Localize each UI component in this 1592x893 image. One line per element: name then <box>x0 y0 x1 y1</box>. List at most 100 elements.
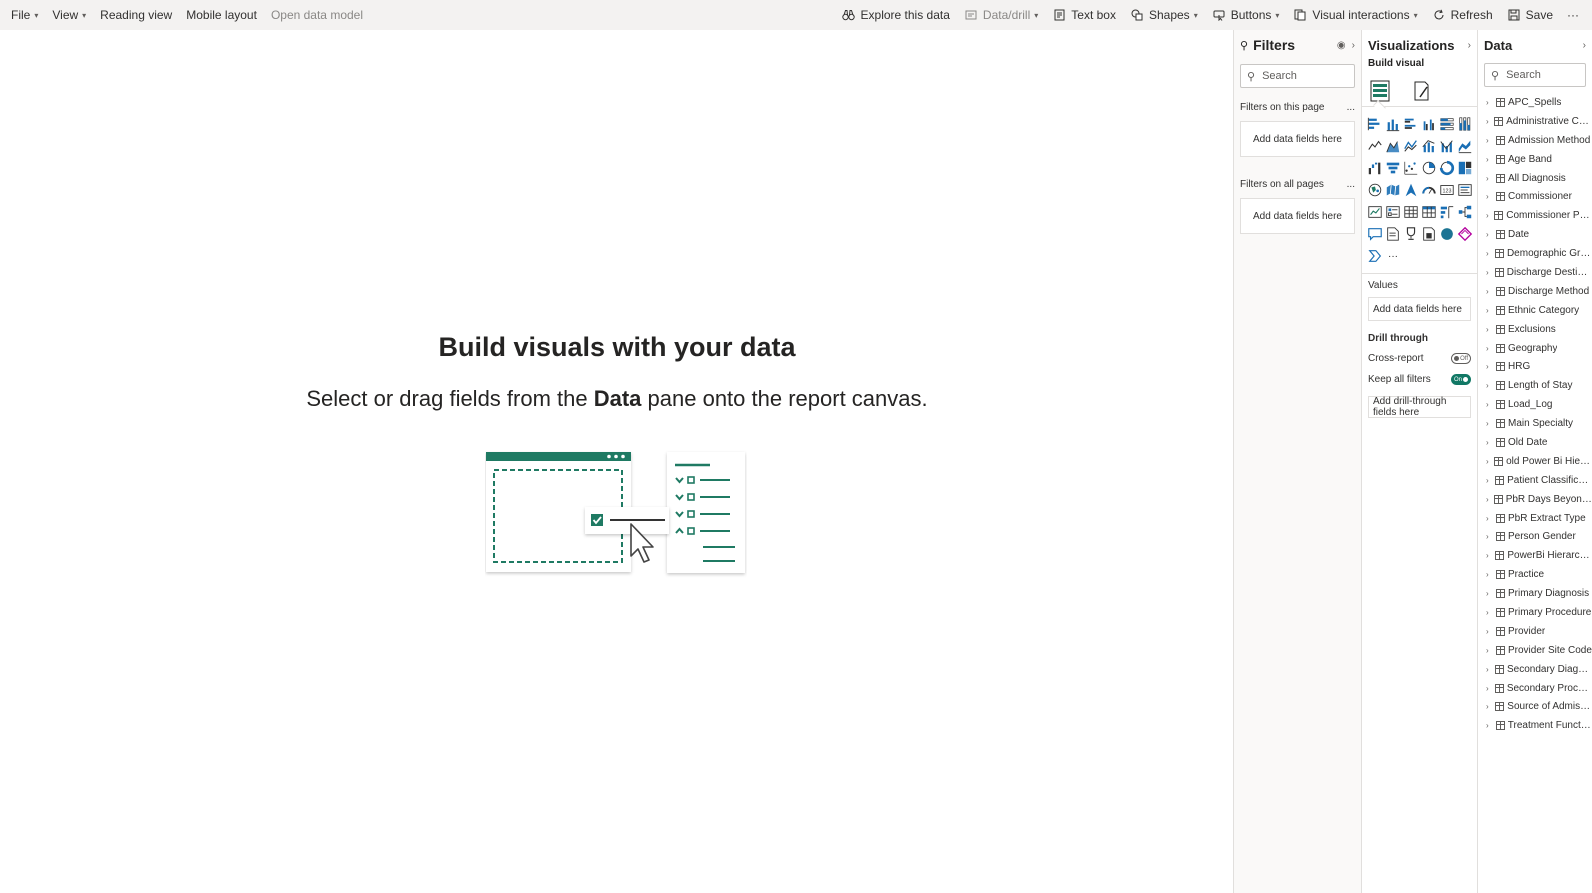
data-drill-menu[interactable]: Data/drill ▾ <box>957 0 1045 30</box>
chevron-right-icon[interactable]: › <box>1486 192 1496 201</box>
viz-multi-row-card-icon[interactable] <box>1456 179 1474 201</box>
chevron-right-icon[interactable]: › <box>1486 702 1495 711</box>
viz-waterfall-icon[interactable] <box>1366 157 1384 179</box>
chevron-right-icon[interactable]: › <box>1486 457 1494 466</box>
chevron-right-icon[interactable]: › <box>1486 589 1496 598</box>
buttons-menu[interactable]: Buttons ▾ <box>1205 0 1287 30</box>
data-table-item[interactable]: › PbR Days Beyond Trim... <box>1478 490 1592 509</box>
chevron-right-icon[interactable]: › <box>1486 721 1496 730</box>
chevron-right-icon[interactable]: › <box>1486 419 1496 428</box>
data-table-item[interactable]: › Secondary Diagnosis <box>1478 660 1592 679</box>
filters-all-pages-drop-area[interactable]: Add data fields here <box>1240 198 1355 234</box>
data-table-item[interactable]: › Geography <box>1478 339 1592 358</box>
viz-filled-map-icon[interactable] <box>1384 179 1402 201</box>
chevron-right-icon[interactable]: › <box>1486 495 1494 504</box>
data-table-item[interactable]: › Provider Site Code <box>1478 641 1592 660</box>
data-table-item[interactable]: › Main Specialty <box>1478 414 1592 433</box>
data-table-item[interactable]: › Date <box>1478 225 1592 244</box>
viz-100-stacked-column-icon[interactable] <box>1456 113 1474 135</box>
data-table-item[interactable]: › Patient Classification <box>1478 471 1592 490</box>
viz-stacked-bar-icon[interactable] <box>1366 113 1384 135</box>
drill-through-drop-area[interactable]: Add drill-through fields here <box>1368 396 1471 418</box>
viz-100-stacked-bar-icon[interactable] <box>1438 113 1456 135</box>
chevron-right-icon[interactable]: › <box>1486 230 1496 239</box>
shapes-menu[interactable]: Shapes ▾ <box>1123 0 1205 30</box>
data-table-item[interactable]: › Commissioner Provider <box>1478 206 1592 225</box>
viz-matrix-icon[interactable] <box>1420 201 1438 223</box>
data-table-item[interactable]: › Load_Log <box>1478 395 1592 414</box>
viz-clustered-column-icon[interactable] <box>1420 113 1438 135</box>
collapse-data-icon[interactable]: › <box>1583 40 1586 51</box>
viz-table-icon[interactable] <box>1402 201 1420 223</box>
viz-pie-icon[interactable] <box>1420 157 1438 179</box>
viz-kpi-icon[interactable] <box>1366 201 1384 223</box>
save-button[interactable]: Save <box>1500 0 1560 30</box>
chevron-right-icon[interactable]: › <box>1486 268 1495 277</box>
explore-data-button[interactable]: Explore this data <box>835 0 957 30</box>
chevron-right-icon[interactable]: › <box>1486 684 1495 693</box>
viz-map-icon[interactable] <box>1366 179 1384 201</box>
viz-key-influencers-icon[interactable] <box>1438 201 1456 223</box>
filters-on-page-drop-area[interactable]: Add data fields here <box>1240 121 1355 157</box>
viz-slicer-icon[interactable] <box>1384 201 1402 223</box>
data-table-item[interactable]: › Discharge Method <box>1478 282 1592 301</box>
chevron-right-icon[interactable]: › <box>1486 532 1496 541</box>
report-canvas[interactable]: Build visuals with your data Select or d… <box>0 30 1234 893</box>
viz-power-automate-icon[interactable] <box>1438 223 1456 245</box>
eye-icon[interactable]: ◉ <box>1337 40 1346 51</box>
data-table-item[interactable]: › Length of Stay <box>1478 376 1592 395</box>
viz-power-apps-icon[interactable] <box>1420 223 1438 245</box>
viz-azure-map-icon[interactable] <box>1402 179 1420 201</box>
viz-qa-icon[interactable] <box>1366 223 1384 245</box>
viz-donut-icon[interactable] <box>1438 157 1456 179</box>
data-table-item[interactable]: › Demographic Groups <box>1478 244 1592 263</box>
viz-stacked-column-icon[interactable] <box>1384 113 1402 135</box>
viz-paginated-report-icon[interactable] <box>1384 223 1402 245</box>
collapse-visualizations-icon[interactable]: › <box>1468 40 1471 51</box>
data-table-item[interactable]: › Practice <box>1478 565 1592 584</box>
chevron-right-icon[interactable]: › <box>1486 211 1494 220</box>
text-box-button[interactable]: Text box <box>1045 0 1123 30</box>
data-table-item[interactable]: › HRG <box>1478 357 1592 376</box>
chevron-right-icon[interactable]: › <box>1486 551 1495 560</box>
chevron-right-icon[interactable]: › <box>1486 665 1495 674</box>
values-drop-area[interactable]: Add data fields here <box>1368 297 1471 321</box>
chevron-right-icon[interactable]: › <box>1486 98 1496 107</box>
viz-scatter-icon[interactable] <box>1402 157 1420 179</box>
viz-gauge-icon[interactable] <box>1420 179 1438 201</box>
viz-custom-visual-icon[interactable] <box>1456 223 1474 245</box>
chevron-right-icon[interactable]: › <box>1486 608 1496 617</box>
cross-report-toggle[interactable]: Off <box>1451 353 1471 364</box>
collapse-filters-icon[interactable]: › <box>1352 40 1355 51</box>
filters-search-input[interactable]: ⚲ Search <box>1240 64 1355 88</box>
refresh-button[interactable]: Refresh <box>1425 0 1500 30</box>
format-visual-tab[interactable] <box>1410 78 1434 104</box>
viz-line-clustered-column-icon[interactable] <box>1420 135 1438 157</box>
chevron-right-icon[interactable]: › <box>1486 325 1496 334</box>
chevron-right-icon[interactable]: › <box>1486 514 1496 523</box>
viz-goals-icon[interactable] <box>1402 223 1420 245</box>
visual-interactions-menu[interactable]: Visual interactions ▾ <box>1286 0 1424 30</box>
chevron-right-icon[interactable]: › <box>1486 287 1496 296</box>
chevron-right-icon[interactable]: › <box>1486 136 1496 145</box>
more-visuals-button[interactable]: ··· <box>1384 245 1402 267</box>
data-table-item[interactable]: › Primary Diagnosis <box>1478 584 1592 603</box>
data-table-item[interactable]: › old Power Bi Hierachies <box>1478 452 1592 471</box>
toolbar-menu-view[interactable]: View ▾ <box>45 0 93 30</box>
data-table-item[interactable]: › Admission Method <box>1478 131 1592 150</box>
build-visual-tab[interactable] <box>1368 78 1392 104</box>
viz-treemap-icon[interactable] <box>1456 157 1474 179</box>
data-table-item[interactable]: › Age Band <box>1478 150 1592 169</box>
more-options-button[interactable]: ··· <box>1560 0 1586 30</box>
chevron-right-icon[interactable]: › <box>1486 476 1495 485</box>
chevron-right-icon[interactable]: › <box>1486 570 1496 579</box>
chevron-right-icon[interactable]: › <box>1486 117 1494 126</box>
chevron-right-icon[interactable]: › <box>1486 249 1495 258</box>
chevron-right-icon[interactable]: › <box>1486 362 1496 371</box>
viz-line-stacked-column-icon[interactable] <box>1438 135 1456 157</box>
chevron-right-icon[interactable]: › <box>1486 438 1496 447</box>
toolbar-menu-open-data-model[interactable]: Open data model <box>264 0 370 30</box>
chevron-right-icon[interactable]: › <box>1486 381 1496 390</box>
chevron-right-icon[interactable]: › <box>1486 646 1496 655</box>
filters-all-pages-more-button[interactable]: ... <box>1347 179 1355 190</box>
